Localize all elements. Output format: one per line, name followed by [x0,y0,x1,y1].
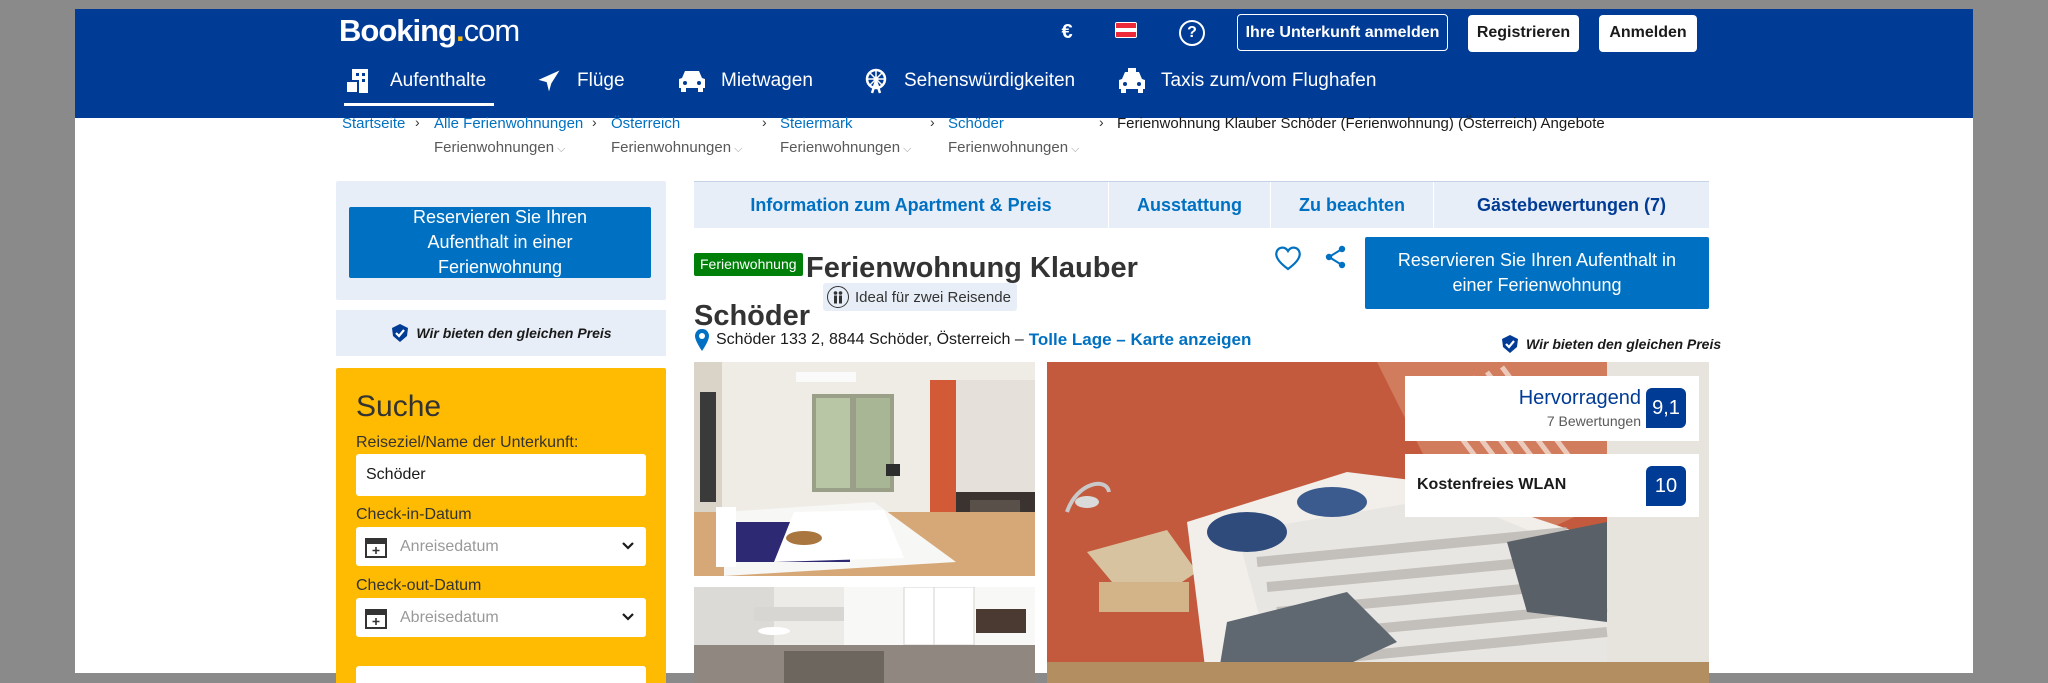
photo-kitchen[interactable] [694,587,1035,683]
property-reserve-button[interactable]: Reservieren Sie Ihren Aufenthalt in eine… [1365,237,1709,309]
nav-flights[interactable]: Flüge [535,56,625,106]
logo-dot: . [456,13,465,48]
booking-logo[interactable]: Booking.com [339,13,521,49]
address-text: Schöder 133 2, 8844 Schöder, Österreich … [716,331,1024,348]
language-flag-icon[interactable] [1115,22,1137,38]
calendar-icon [365,537,387,558]
calendar-icon [365,608,387,629]
nav-label: Taxis zum/vom Flughafen [1161,70,1377,91]
price-match-note: Wir bieten den gleichen Preis [1500,334,1721,354]
currency-selector[interactable]: € [1052,17,1082,47]
breadcrumb-dropdown[interactable]: Ferienwohnungen [611,136,743,161]
price-match-text: Wir bieten den gleichen Preis [1526,336,1722,352]
breadcrumb-separator: › [1099,114,1104,130]
destination-label: Reiseziel/Name der Unterkunft: [356,434,579,451]
breadcrumb-separator: › [592,114,597,130]
price-match-box: Wir bieten den gleichen Preis [336,310,666,356]
share-icon[interactable] [1324,244,1348,270]
sidebar-reserve-button[interactable]: Reservieren Sie Ihren Aufenthalt in eine… [349,207,651,278]
price-match-check-icon [392,324,409,342]
property-address: Schöder 133 2, 8844 Schöder, Österreich … [694,328,1251,352]
chevron-down-icon [622,542,634,550]
guests-field[interactable] [356,666,646,683]
ideal-for-two-badge: Ideal für zwei Reisende [823,283,1017,311]
breadcrumb-separator: › [930,114,935,130]
nav-stays[interactable]: Aufenthalte [344,56,495,106]
living-room-illustration [694,362,1035,576]
breadcrumb-separator: › [762,114,767,130]
breadcrumb-item[interactable]: Schöder Ferienwohnungen [948,112,1080,161]
map-pin-icon [695,329,709,351]
nav-airport-taxis[interactable]: Taxis zum/vom Flughafen [1117,56,1376,106]
breadcrumb-link: Österreich [611,115,681,132]
wifi-score-card: Kostenfreies WLAN 10 [1405,454,1699,517]
register-button[interactable]: Registrieren [1468,15,1579,52]
breadcrumb-item[interactable]: Österreich Ferienwohnungen [611,112,743,161]
review-score-badge: 9,1 [1646,388,1686,428]
car-icon [679,71,705,92]
price-match-check-icon [1502,335,1518,353]
breadcrumb-link: Alle Ferienwohnungen [434,115,584,132]
checkout-date-field[interactable]: Abreisedatum [356,598,646,637]
tab-house-rules[interactable]: Zu beachten [1271,182,1434,229]
breadcrumb-item[interactable]: Alle Ferienwohnungen Ferienwohnungen [434,112,583,161]
heart-icon[interactable] [1273,244,1303,272]
breadcrumb-home[interactable]: Startseite [342,112,405,136]
breadcrumb-dropdown[interactable]: Ferienwohnungen [434,136,583,161]
help-icon[interactable]: ? [1179,20,1205,46]
photo-living-room[interactable] [694,362,1035,576]
two-travelers-icon [827,286,849,308]
kitchen-illustration [694,587,1035,683]
checkin-label: Check-in-Datum [356,506,472,523]
nav-label: Aufenthalte [390,70,487,91]
nav-attractions[interactable]: Sehenswürdigkeiten [862,56,1075,106]
price-match-text: Wir bieten den gleichen Preis [416,325,612,341]
list-property-button[interactable]: Ihre Unterkunft anmelden [1237,14,1448,51]
property-tabs: Information zum Apartment & Preis Aussta… [694,181,1709,229]
ferris-wheel-icon [865,68,887,94]
breadcrumb-item[interactable]: Steiermark Ferienwohnungen [780,112,912,161]
taxi-icon [1119,68,1145,93]
checkout-label: Check-out-Datum [356,577,482,594]
sign-in-button[interactable]: Anmelden [1599,15,1697,52]
tab-reviews[interactable]: Gästebewertungen (7) [1434,182,1709,229]
breadcrumb-dropdown[interactable]: Ferienwohnungen [948,136,1080,161]
checkout-placeholder: Abreisedatum [400,608,499,626]
plane-icon [538,70,560,92]
nav-car-rental[interactable]: Mietwagen [677,56,813,106]
checkin-date-field[interactable]: Anreisedatum [356,527,646,566]
wifi-score-badge: 10 [1646,466,1686,506]
nav-label: Mietwagen [721,70,813,91]
breadcrumb-link: Steiermark [780,115,853,132]
breadcrumb-dropdown[interactable]: Ferienwohnungen [780,136,912,161]
map-link[interactable]: Tolle Lage – Karte anzeigen [1029,330,1252,350]
tab-info-price[interactable]: Information zum Apartment & Preis [694,182,1109,229]
nav-label: Flüge [577,70,625,91]
destination-input[interactable]: Schöder [356,454,646,496]
breadcrumb-link: Schöder [948,115,1004,132]
logo-tld: com [463,13,521,48]
property-type-badge: Ferienwohnung [694,253,803,276]
search-title: Suche [356,390,442,423]
logo-text: Booking [339,13,457,48]
wifi-label: Kostenfreies WLAN [1417,476,1567,493]
nav-label: Sehenswürdigkeiten [904,70,1076,91]
review-score-card[interactable]: Hervorragend 7 Bewertungen 9,1 [1405,376,1699,441]
review-count: 7 Bewertungen [1546,413,1641,429]
breadcrumb-current: Ferienwohnung Klauber Schöder (Ferienwoh… [1117,115,1605,132]
checkin-placeholder: Anreisedatum [400,537,499,555]
tab-amenities[interactable]: Ausstattung [1109,182,1271,229]
bed-building-icon [345,69,368,94]
chevron-down-icon [622,613,634,621]
review-rating-word: Hervorragend [1518,387,1641,409]
ideal-text: Ideal für zwei Reisende [855,288,1011,306]
breadcrumb-separator: › [415,114,420,130]
